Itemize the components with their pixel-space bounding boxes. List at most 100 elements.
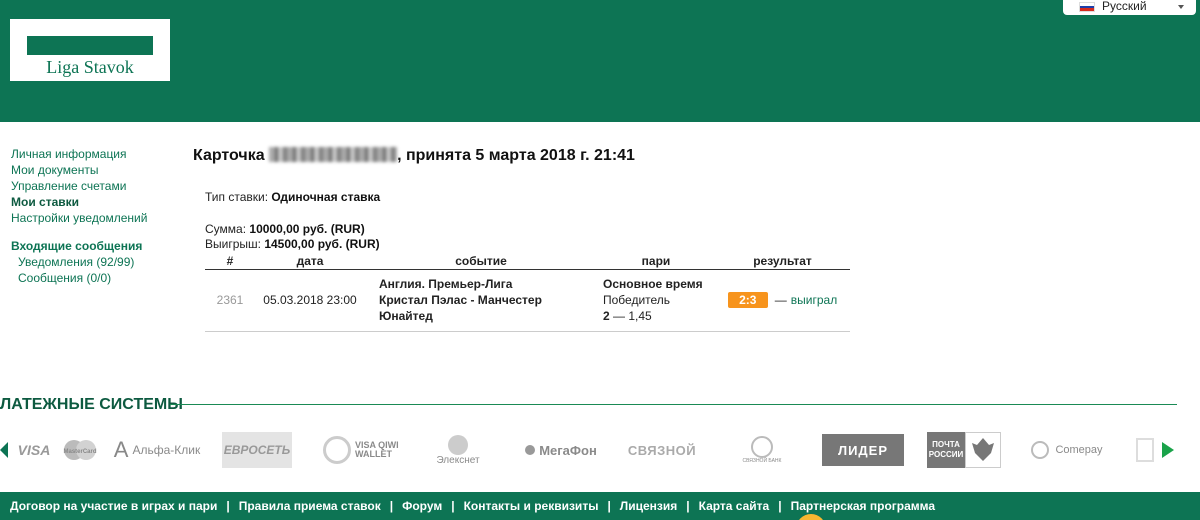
win-label: Выигрыш: xyxy=(205,237,261,251)
liga-stavok-logo[interactable]: Liga Stavok xyxy=(10,19,170,81)
russian-eagle-icon xyxy=(965,432,1001,468)
footer-link-contacts[interactable]: Контакты и реквизиты xyxy=(464,499,599,513)
sum-line: Сумма: 10000,00 руб. (RUR) xyxy=(205,222,365,237)
sidebar-item-account-management[interactable]: Управление счетами xyxy=(11,178,191,194)
svyaznoy-logo: СВЯЗНОЙ xyxy=(627,442,697,458)
title-prefix: Карточка xyxy=(193,147,265,164)
carousel-prev-arrow-icon[interactable] xyxy=(0,442,8,458)
result-status: выиграл xyxy=(790,293,838,307)
footer-link-rules[interactable]: Правила приема ставок xyxy=(239,499,381,513)
qiwi-wallet-logo: VISA QIWI WALLET xyxy=(322,434,400,466)
comepay-circle-icon xyxy=(1031,441,1050,459)
site-header: Liga Stavok Русский xyxy=(0,0,1200,122)
table-header-row: # дата событие пари результат xyxy=(205,254,850,270)
footer-link-agreement[interactable]: Договор на участие в играх и пари xyxy=(10,499,217,513)
result-dash: — xyxy=(774,293,787,307)
megafon-dot-icon xyxy=(525,445,536,455)
pochta-rossii-label: ПОЧТА РОССИИ xyxy=(927,432,965,468)
chevron-down-icon xyxy=(1178,5,1184,9)
payment-systems-heading: ЛАТЕЖНЫЕ СИСТЕМЫ xyxy=(0,396,183,413)
sidebar-item-my-documents[interactable]: Мои документы xyxy=(11,162,191,178)
title-suffix: , принята 5 марта 2018 г. 21:41 xyxy=(397,147,635,164)
lider-logo: ЛИДЕР xyxy=(822,434,904,466)
sidebar-heading-incoming-messages: Входящие сообщения xyxy=(11,239,143,253)
russia-flag-icon xyxy=(1079,2,1095,12)
column-header-event: событие xyxy=(365,254,597,270)
event-league: Англия. Премьер-Лига xyxy=(379,277,513,291)
bet-type-label: Тип ставки: xyxy=(205,190,269,204)
event-match: Кристал Пэлас - Манчестер Юнайтед xyxy=(379,293,542,323)
column-header-date: дата xyxy=(255,254,365,270)
euroset-logo: ЕВРОСЕТЬ xyxy=(222,432,292,468)
qiwi-wallet-label: VISA QIWI WALLET xyxy=(355,440,399,459)
footer-separator: | xyxy=(389,499,394,513)
bet-market: Победитель xyxy=(603,293,671,307)
page-title: Карточка , принята 5 марта 2018 г. 21:41 xyxy=(193,147,635,165)
sidebar-item-notifications[interactable]: Уведомления (92/99) xyxy=(11,254,191,270)
svyaznoy-bank-hand-icon xyxy=(751,436,773,458)
footer-link-sitemap[interactable]: Карта сайта xyxy=(699,499,770,513)
column-header-result: результат xyxy=(715,254,850,270)
comepay-label: Comepay xyxy=(1055,444,1103,456)
svyaznoy-bank-logo: СВЯЗНОЙ БАНК xyxy=(740,434,784,466)
alfa-click-logo: A Альфа-Клик xyxy=(112,434,202,466)
site-footer: Договор на участие в играх и пари | Правил… xyxy=(0,492,1200,520)
win-value: 14500,00 руб. (RUR) xyxy=(264,237,380,251)
alfa-a-icon: A xyxy=(113,437,129,462)
footer-link-license[interactable]: Лицензия xyxy=(620,499,677,513)
megafon-label: МегаФон xyxy=(539,442,597,458)
score-badge: 2:3 xyxy=(727,292,768,308)
column-header-number: # xyxy=(205,254,255,270)
bet-selection: 2 — 1,45 xyxy=(603,308,715,324)
bet-odds: — 1,45 xyxy=(613,309,652,323)
svyaznoy-bank-label: СВЯЗНОЙ БАНК xyxy=(742,458,782,464)
partner-badge-icon[interactable] xyxy=(796,514,826,520)
sidebar-item-my-bets[interactable]: Мои ставки xyxy=(11,194,191,210)
bet-type-line: Тип ставки: Одиночная ставка xyxy=(205,190,380,205)
bet-events-table: # дата событие пари результат 2361 05.03… xyxy=(205,254,850,332)
carousel-next-arrow-icon[interactable] xyxy=(1162,442,1174,458)
sum-value: 10000,00 руб. (RUR) xyxy=(249,222,365,236)
column-header-bet: пари xyxy=(597,254,715,270)
win-line: Выигрыш: 14500,00 руб. (RUR) xyxy=(205,237,380,252)
event-number: 2361 xyxy=(205,269,255,332)
sidebar-item-personal-info[interactable]: Личная информация xyxy=(11,146,191,162)
logo-text: Liga Stavok xyxy=(10,55,170,81)
bet-type-value: Одиночная ставка xyxy=(271,190,381,204)
visa-logo: VISA xyxy=(17,442,51,458)
result-cell: 2:3 — выиграл xyxy=(715,269,850,332)
payment-logos-carousel: VISA MasterCard A Альфа-Клик ЕВРОСЕТЬ VIS… xyxy=(0,428,1200,472)
bet-period: Основное время xyxy=(603,277,703,291)
footer-link-forum[interactable]: Форум xyxy=(402,499,442,513)
sidebar-item-notification-settings[interactable]: Настройки уведомлений xyxy=(11,210,191,226)
sum-label: Сумма: xyxy=(205,222,247,236)
footer-link-partners[interactable]: Партнерская программа xyxy=(791,499,935,513)
eleksnet-logo: Элекснет xyxy=(432,434,484,466)
mastercard-logo: MasterCard xyxy=(60,434,100,466)
bet-cell: Основное время Победитель 2 — 1,45 xyxy=(597,269,715,332)
language-label: Русский xyxy=(1102,0,1147,13)
mastercard-circles-icon: MasterCard xyxy=(63,440,97,460)
footer-separator: | xyxy=(778,499,782,513)
payment-systems-divider xyxy=(170,404,1177,405)
pochta-rossii-logo: ПОЧТА РОССИИ xyxy=(926,432,1002,468)
footer-separator: | xyxy=(451,499,455,513)
footer-separator: | xyxy=(226,499,230,513)
bet-pick: 2 xyxy=(603,309,610,323)
sidebar-item-messages[interactable]: Сообщения (0/0) xyxy=(11,270,191,286)
eleksnet-label: Элекснет xyxy=(436,454,480,466)
footer-separator: | xyxy=(686,499,690,513)
alfa-click-label: Альфа-Клик xyxy=(132,443,201,457)
account-sidebar: Личная информация Мои документы Управлен… xyxy=(11,146,191,286)
megafon-logo: МегаФон xyxy=(520,434,602,466)
event-date: 05.03.2018 23:00 xyxy=(255,269,365,332)
table-row: 2361 05.03.2018 23:00 Англия. Премьер-Ли… xyxy=(205,269,850,332)
event-cell: Англия. Премьер-Лига Кристал Пэлас - Ман… xyxy=(365,269,597,332)
footer-separator: | xyxy=(607,499,611,513)
qiwi-circle-icon xyxy=(323,436,351,464)
redacted-card-number xyxy=(269,147,398,162)
eleksnet-circle-icon xyxy=(448,434,468,455)
comepay-logo: Comepay xyxy=(1028,434,1106,466)
svg-text:MasterCard: MasterCard xyxy=(63,449,96,455)
language-selector[interactable]: Русский xyxy=(1063,0,1196,15)
